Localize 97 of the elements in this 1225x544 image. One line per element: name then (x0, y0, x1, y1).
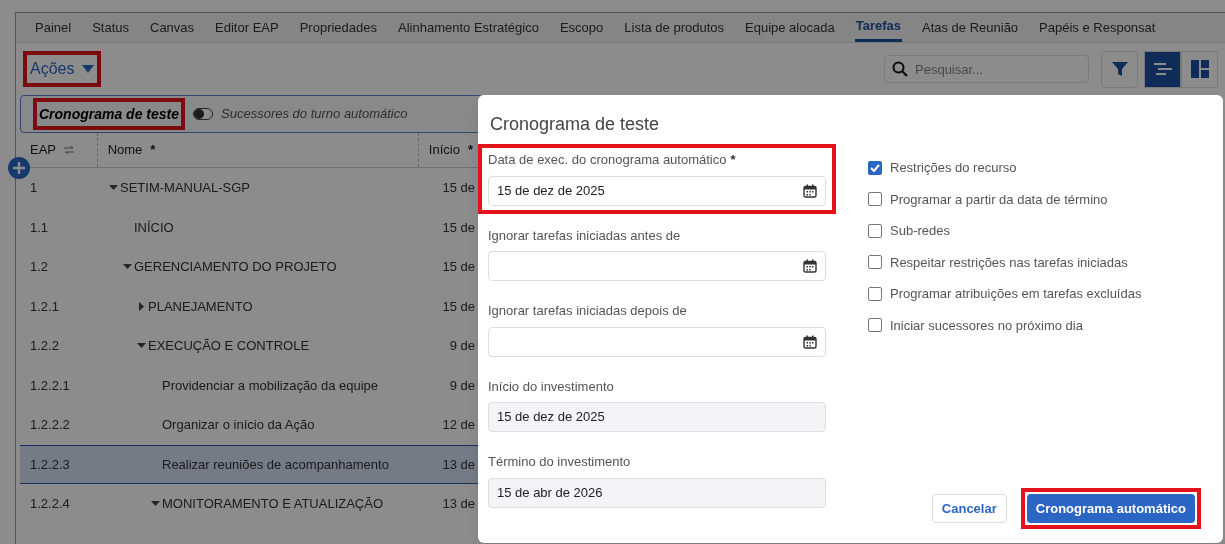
filter-view-button[interactable] (1101, 50, 1138, 88)
tab[interactable]: Canvas (149, 13, 196, 42)
field-label: Ignorar tarefas iniciadas antes de (488, 226, 681, 245)
tab[interactable]: Editor EAP (214, 13, 280, 42)
field-label: Data de exec. do cronograma automático (488, 151, 727, 169)
table-cell-text: 1.2.1 (29, 297, 60, 316)
checkbox[interactable] (868, 318, 882, 333)
cancel-button[interactable]: Cancelar (931, 494, 1007, 523)
tab[interactable]: Papéis e Responsat (1038, 13, 1157, 42)
tab[interactable]: Atas de Reunião (920, 13, 1020, 42)
tab[interactable]: Propriedades (298, 13, 378, 42)
table-row[interactable]: 1.2 GERENCIAMENTO DO PROJETO 15 de (20, 247, 483, 287)
calendar-icon[interactable] (803, 334, 817, 349)
table-cell-text: Realizar reuniões de acompanhamento (162, 455, 389, 474)
table-cell-text: 9 de (448, 337, 476, 355)
board-icon (1190, 60, 1209, 78)
tab[interactable]: Lista de produtos (623, 13, 726, 42)
checkbox[interactable] (868, 223, 882, 238)
expanded-icon[interactable] (137, 341, 146, 351)
table-cell-text: 1.2.2 (29, 337, 60, 355)
tab[interactable]: Tarefas (854, 13, 902, 42)
add-icon[interactable] (8, 157, 30, 179)
readonly-field: 15 de abr de 2026 (488, 477, 826, 508)
checkbox-label: Programar atribuições em tarefas excluídas (890, 285, 1142, 303)
filter-icon (1110, 60, 1129, 78)
collapsed-icon[interactable] (137, 301, 146, 311)
required-mark: * (150, 141, 156, 160)
schedule-title: Cronograma de teste (33, 98, 186, 130)
table-cell-text: 1 (29, 179, 39, 197)
bars-icon (1153, 62, 1172, 76)
field-label: Início do investimento (488, 377, 614, 396)
table-row[interactable]: 1.2.2.4 MONITORAMENTO E ATUALIZAÇÃO 13 de (20, 484, 483, 524)
checkbox-label: Iniciar sucessores no próximo dia (890, 316, 1083, 335)
dialog-title: Cronograma de teste (490, 113, 661, 136)
table-cell-text: 1.1 (29, 218, 50, 237)
table-cell-text: 1.2.2.2 (29, 416, 71, 434)
date-field[interactable]: 15 de dez de 2025 (488, 175, 826, 206)
table-cell-text: 15 de (441, 179, 476, 197)
table-cell-text: 1.2.2.3 (29, 455, 71, 474)
table-cell-text: 13 de (441, 455, 476, 474)
table-cell-text: SETIM-MANUAL-SGP (120, 179, 250, 197)
required-mark: * (730, 151, 736, 169)
tab[interactable]: Painel (34, 13, 73, 42)
gantt-view-button[interactable] (1144, 50, 1181, 88)
table-cell-text: PLANEJAMENTO (148, 297, 253, 316)
tab[interactable]: Escopo (558, 13, 605, 42)
search-field[interactable]: Pesquisar... (884, 55, 1089, 83)
tab[interactable]: Alinhamento Estratégico (397, 13, 540, 42)
table-cell-text: EXECUÇÃO E CONTROLE (148, 337, 310, 355)
checkbox[interactable] (868, 255, 882, 270)
table-cell-text: 1.2 (29, 258, 50, 276)
required-mark: * (467, 141, 473, 160)
table-cell-text: 1.2.2.4 (29, 495, 71, 513)
checkbox-label: Respeitar restrições nas tarefas iniciadas (890, 253, 1128, 272)
expanded-icon[interactable] (123, 262, 132, 272)
calendar-icon[interactable] (803, 183, 817, 198)
table-cell-text: 15 de (441, 258, 476, 276)
checkbox[interactable] (868, 286, 882, 301)
checkbox-label: Restrições do recurso (890, 159, 1017, 177)
table-cell-text: MONITORAMENTO E ATUALIZAÇÃO (162, 495, 384, 513)
table-cell-text: INÍCIO (134, 218, 174, 237)
table-cell-text: Organizar o início da Ação (162, 416, 315, 434)
actions-menu-button[interactable]: Ações (23, 51, 102, 87)
auto-schedule-button[interactable]: Cronograma automático (1026, 494, 1195, 523)
tab[interactable]: Equipe alocada (744, 13, 836, 42)
expanded-icon[interactable] (109, 183, 118, 193)
caret-icon (82, 65, 95, 73)
table-cell-text: 15 de (441, 297, 476, 316)
board-view-button[interactable] (1181, 50, 1218, 88)
checkbox[interactable] (868, 192, 882, 207)
checkbox[interactable] (868, 160, 882, 175)
search-icon (892, 61, 908, 77)
table-cell-text: 9 de (448, 376, 476, 395)
tab[interactable]: Status (91, 13, 130, 42)
checkbox-label: Sub-redes (890, 222, 950, 240)
column-header[interactable]: Nome * (96, 133, 418, 167)
table-cell-text: 13 de (441, 495, 476, 513)
toggle-switch[interactable] (193, 108, 214, 120)
field-label: Ignorar tarefas iniciadas depois de (488, 302, 687, 320)
calendar-icon[interactable] (803, 259, 817, 273)
date-field[interactable] (488, 251, 826, 281)
table-row[interactable]: 1 SETIM-MANUAL-SGP 15 de (20, 168, 483, 208)
table-row[interactable]: 1.2.2 EXECUÇÃO E CONTROLE 9 de (20, 326, 483, 366)
column-header[interactable]: EAP (20, 133, 97, 167)
sort-icon (64, 146, 74, 154)
expanded-icon[interactable] (151, 499, 160, 509)
table-cell-text: 15 de (441, 218, 476, 237)
toggle-label: Sucessores do turno automático (221, 105, 408, 124)
table-cell-text: GERENCIAMENTO DO PROJETO (134, 258, 337, 276)
readonly-field: 15 de dez de 2025 (488, 402, 826, 432)
field-label: Término do investimento (488, 453, 631, 471)
date-field[interactable] (488, 326, 826, 357)
table-cell-text: 1.2.2.1 (29, 376, 71, 395)
table-cell-text: Providenciar a mobilização da equipe (162, 376, 379, 395)
table-cell-text: 12 de (441, 416, 476, 434)
checkbox-label: Programar a partir da data de término (890, 190, 1108, 209)
table-row[interactable]: 1.2.1 PLANEJAMENTO 15 de (20, 286, 483, 326)
